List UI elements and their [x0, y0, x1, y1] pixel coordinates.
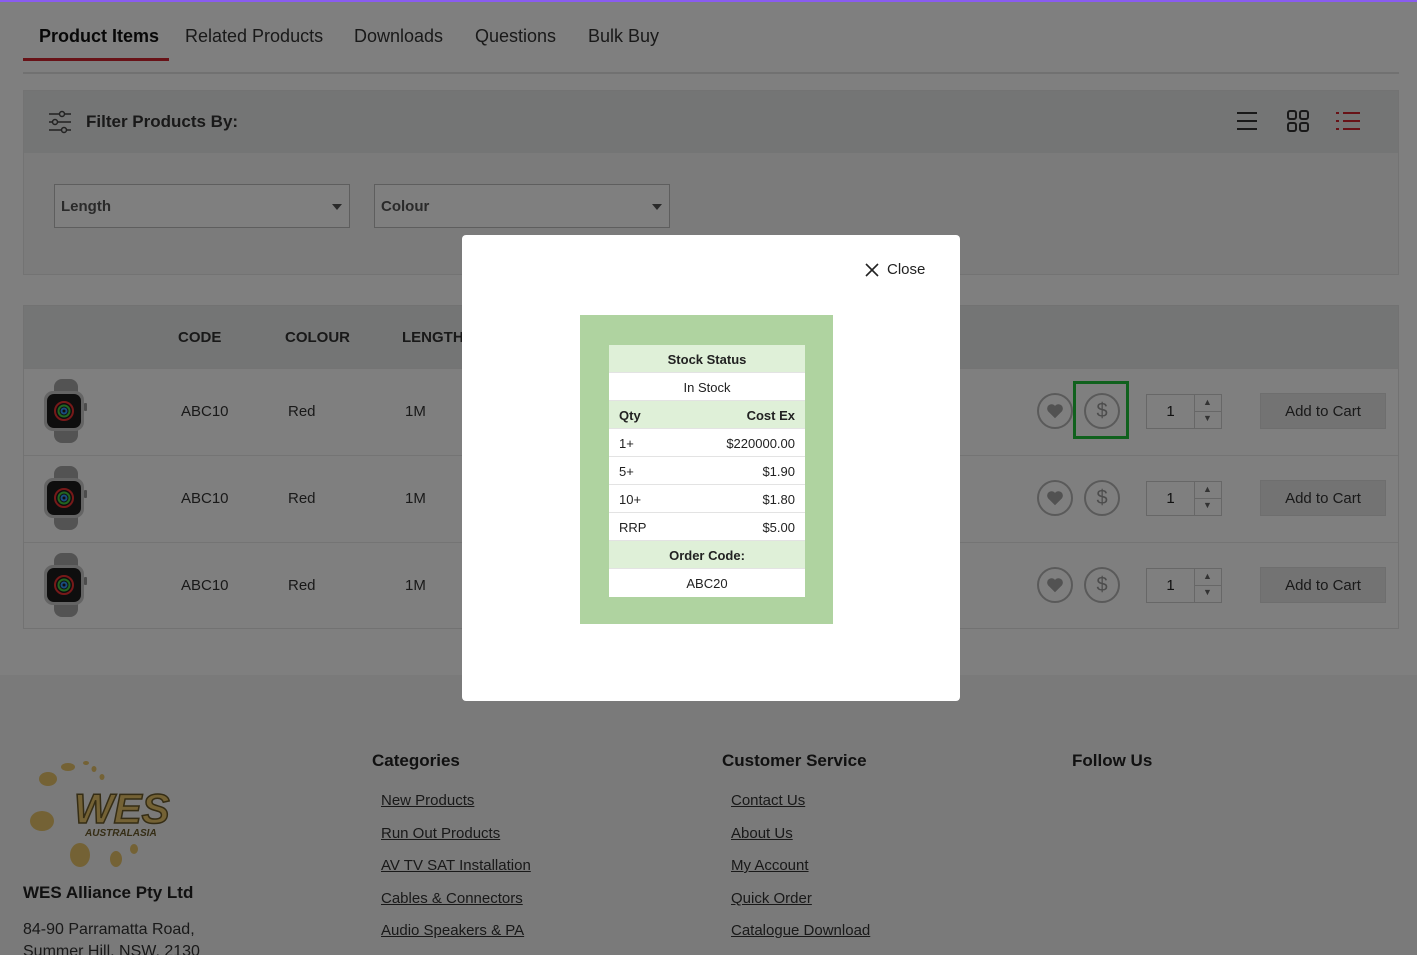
price-row: 10+ $1.80 — [609, 485, 805, 513]
stock-price-modal: Close Stock Status In Stock Qty Cost Ex … — [462, 235, 960, 701]
price-row: RRP $5.00 — [609, 513, 805, 541]
qty-heading: Qty — [619, 408, 641, 423]
stock-status-value: In Stock — [683, 380, 731, 395]
close-button[interactable]: Close — [865, 261, 925, 278]
stock-status-table: Stock Status In Stock Qty Cost Ex 1+ $220… — [609, 345, 805, 597]
price-row: 5+ $1.90 — [609, 457, 805, 485]
cost-heading: Cost Ex — [746, 408, 795, 423]
stock-status-panel: Stock Status In Stock Qty Cost Ex 1+ $220… — [580, 315, 833, 624]
order-code-heading: Order Code: — [669, 548, 745, 563]
close-icon — [865, 262, 879, 277]
order-code-value: ABC20 — [686, 576, 728, 591]
close-label: Close — [887, 261, 926, 278]
price-row: 1+ $220000.00 — [609, 429, 805, 457]
stock-status-heading: Stock Status — [667, 352, 747, 367]
